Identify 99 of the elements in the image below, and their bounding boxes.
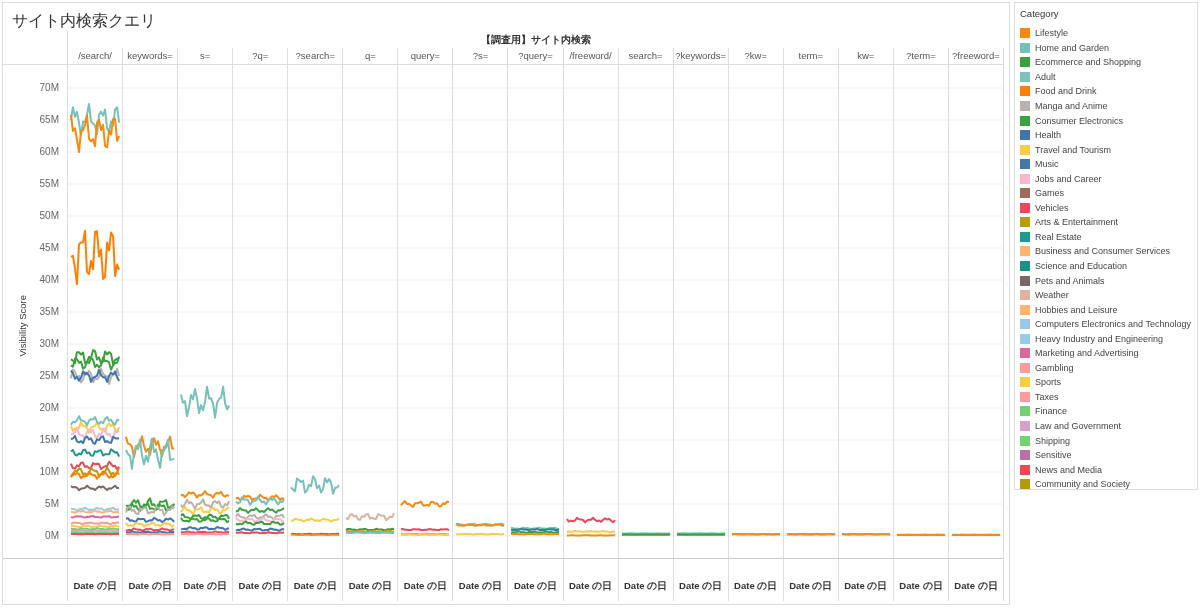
legend-label: Consumer Electronics	[1035, 115, 1124, 126]
y-tick-label: 35M	[39, 306, 59, 317]
y-tick-label: 55M	[39, 178, 59, 189]
column-header: kw=	[838, 48, 894, 65]
legend-label: Business and Consumer Services	[1035, 246, 1171, 257]
trend-lines-drawing	[290, 475, 341, 536]
column-header: ?freeword=	[948, 48, 1004, 65]
x-axis-label: Date の日	[899, 580, 943, 593]
legend-label: Health	[1035, 130, 1061, 141]
trend-lines-drawing	[895, 533, 946, 537]
y-tick-label: 0M	[45, 530, 59, 541]
column-header: ?query=	[508, 48, 564, 65]
legend-label: News and Media	[1035, 464, 1103, 475]
y-tick-label: 70M	[39, 82, 59, 93]
legend-label: Lifestyle	[1035, 28, 1069, 39]
trend-lines-drawing	[235, 493, 286, 535]
x-axis-label: Date の日	[73, 580, 117, 593]
trend-lines-drawing	[345, 512, 396, 535]
y-tick-label: 15M	[39, 434, 59, 445]
x-axis-label: Date の日	[844, 580, 888, 593]
column-header: query=	[398, 48, 454, 65]
column-header: /search/	[68, 48, 124, 65]
legend-title: Category	[1020, 7, 1060, 21]
legend-label: Games	[1035, 188, 1064, 199]
column-header: ?term=	[893, 48, 949, 65]
legend-label: Law and Government	[1035, 421, 1122, 432]
legend-label: Music	[1035, 159, 1059, 170]
legend-label: Weather	[1035, 290, 1069, 301]
legend-label: Sports	[1035, 377, 1061, 388]
trend-lines-drawing	[620, 532, 671, 536]
y-tick-label: 45M	[39, 242, 59, 253]
x-axis-label: Date の日	[403, 580, 447, 593]
legend-label: Marketing and Advertising	[1035, 348, 1139, 359]
trend-lines-drawing	[510, 526, 561, 536]
column-header: ?s=	[453, 48, 509, 65]
legend-label: Manga and Anime	[1035, 101, 1108, 111]
legend-label: Science and Education	[1035, 261, 1128, 271]
trend-lines-drawing	[455, 522, 506, 536]
legend-label: Arts & Entertainment	[1035, 217, 1119, 228]
legend-label: Vehicles	[1035, 202, 1069, 213]
y-tick-label: 40M	[39, 274, 59, 285]
x-axis-label: Date の日	[789, 580, 833, 593]
legend-label: Shipping	[1035, 435, 1071, 446]
x-axis-label: Date の日	[624, 580, 668, 593]
y-tick-label: 60M	[39, 146, 59, 157]
legend-label: Travel and Tourism	[1035, 144, 1112, 155]
legend-label: Gambling	[1035, 362, 1074, 373]
column-header: keywords=	[123, 48, 179, 65]
column-header: q=	[343, 48, 399, 65]
column-header: search=	[618, 48, 674, 65]
x-axis-label: Date の日	[348, 580, 392, 593]
legend-label: Real Estate	[1035, 231, 1082, 242]
trend-lines-drawing	[840, 532, 891, 536]
y-tick-label: 20M	[39, 402, 59, 413]
column-header: ?keywords=	[673, 48, 729, 65]
x-axis-label: Date の日	[954, 580, 998, 593]
column-header: term=	[783, 48, 839, 65]
y-tick-label: 10M	[39, 466, 59, 477]
y-tick-label: 65M	[39, 114, 59, 125]
x-axis-label: Date の日	[513, 580, 558, 593]
legend-label: Heavy Industry and Engineering	[1035, 333, 1164, 344]
legend-label: Food and Drink	[1035, 86, 1097, 97]
legend-label: Ecommerce and Shopping	[1035, 57, 1142, 68]
y-tick-label: 30M	[39, 338, 59, 349]
legend-label: Computers Electronics and Technology	[1035, 319, 1191, 330]
legend-label: Jobs and Career	[1035, 173, 1102, 184]
column-header: ?kw=	[728, 48, 784, 65]
x-axis-label: Date の日	[293, 580, 337, 593]
trend-lines-drawing	[950, 533, 1002, 537]
x-axis-label: Date の日	[679, 580, 723, 593]
legend-label: Finance	[1035, 406, 1068, 417]
trend-lines-drawing	[565, 516, 616, 537]
column-header: ?search=	[288, 48, 344, 65]
trend-lines-drawing	[675, 532, 726, 536]
legend-label: Home and Garden	[1035, 42, 1110, 53]
trend-lines-drawing	[785, 532, 836, 536]
legend-label: Sensitive	[1035, 450, 1072, 461]
x-axis-label: Date の日	[183, 580, 227, 593]
column-header: ?q=	[233, 48, 289, 65]
legend-label: Community and Society	[1035, 479, 1131, 490]
y-axis-title: Visibility Score	[17, 295, 28, 357]
column-header: /freeword/	[563, 48, 619, 65]
x-axis-label: Date の日	[734, 580, 778, 593]
x-axis-label: Date の日	[568, 580, 613, 593]
column-header: s=	[178, 48, 234, 65]
legend-label: Adult	[1035, 71, 1056, 82]
x-axis-label: Date の日	[458, 580, 503, 593]
y-tick-label: 5M	[45, 498, 59, 509]
y-tick-label: 25M	[39, 370, 59, 381]
chart-title: サイト内検索クエリ	[11, 11, 157, 31]
x-axis-label: Date の日	[238, 580, 282, 593]
x-axis-label: Date の日	[128, 580, 172, 593]
panel-group-header: 【調査用】サイト内検索	[481, 33, 591, 47]
trend-lines-drawing	[400, 500, 451, 536]
trend-lines-drawing	[730, 532, 781, 536]
y-tick-label: 50M	[39, 210, 59, 221]
legend-label: Taxes	[1035, 391, 1059, 402]
legend-label: Hobbies and Leisure	[1035, 304, 1118, 315]
legend-label: Pets and Animals	[1035, 275, 1105, 286]
